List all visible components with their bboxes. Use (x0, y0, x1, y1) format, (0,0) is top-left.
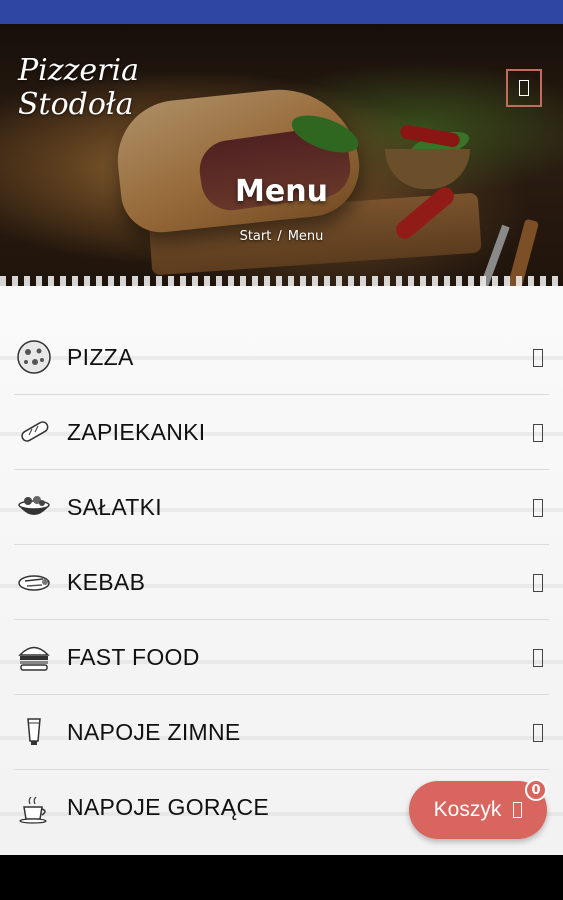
hot-cup-icon (14, 788, 54, 828)
hero-banner: Pizzeria Stodoła Menu Start / Menu (0, 24, 563, 286)
logo-line1: Pizzeria (18, 53, 139, 88)
category-label: SAŁATKI (67, 493, 162, 520)
logo-line2: Stodoła (18, 87, 134, 122)
hamburger-icon (519, 80, 529, 96)
category-item-pizza[interactable]: PIZZA (14, 320, 549, 395)
cart-count-badge: 0 (525, 779, 547, 801)
chevron-right-icon (533, 545, 543, 620)
salad-bowl-icon (14, 487, 54, 527)
breadcrumb-current: Menu (287, 229, 324, 244)
breadcrumb: Start / Menu (0, 229, 563, 244)
category-label: ZAPIEKANKI (67, 418, 206, 445)
category-label: NAPOJE ZIMNE (67, 718, 241, 745)
chevron-right-icon (533, 395, 543, 470)
category-item-fast-food[interactable]: FAST FOOD (14, 620, 549, 695)
system-navigation-bar (0, 855, 563, 900)
chevron-right-icon (533, 620, 543, 695)
category-label: FAST FOOD (67, 643, 200, 670)
chevron-right-icon (533, 320, 543, 395)
chevron-right-icon (533, 470, 543, 545)
category-item-kebab[interactable]: KEBAB (14, 545, 549, 620)
category-label: KEBAB (67, 568, 146, 595)
baguette-icon (14, 412, 54, 452)
logo[interactable]: Pizzeria Stodoła (18, 54, 139, 122)
category-item-napoje-zimne[interactable]: NAPOJE ZIMNE (14, 695, 549, 770)
hamburger-menu-button[interactable] (506, 69, 542, 107)
glass-icon (14, 712, 54, 752)
page-title: Menu (235, 174, 328, 209)
category-item-zapiekanki[interactable]: ZAPIEKANKI (14, 395, 549, 470)
kebab-wrap-icon (14, 562, 54, 602)
category-list: PIZZA ZAPIEKANKI SAŁATKI KEBAB FAST FOOD… (14, 320, 549, 845)
cart-label: Koszyk (433, 798, 502, 821)
breadcrumb-separator: / (277, 229, 282, 244)
pizza-icon (14, 337, 54, 377)
menu-content: PIZZA ZAPIEKANKI SAŁATKI KEBAB FAST FOOD… (0, 286, 563, 855)
breadcrumb-start[interactable]: Start (240, 229, 272, 244)
chevron-right-icon (533, 695, 543, 770)
category-item-salatki[interactable]: SAŁATKI (14, 470, 549, 545)
dotted-divider (0, 276, 563, 286)
category-label: NAPOJE GORĄCE (67, 794, 269, 820)
status-bar (0, 0, 563, 24)
burger-icon (14, 637, 54, 677)
category-label: PIZZA (67, 343, 134, 370)
cart-icon (513, 802, 523, 818)
